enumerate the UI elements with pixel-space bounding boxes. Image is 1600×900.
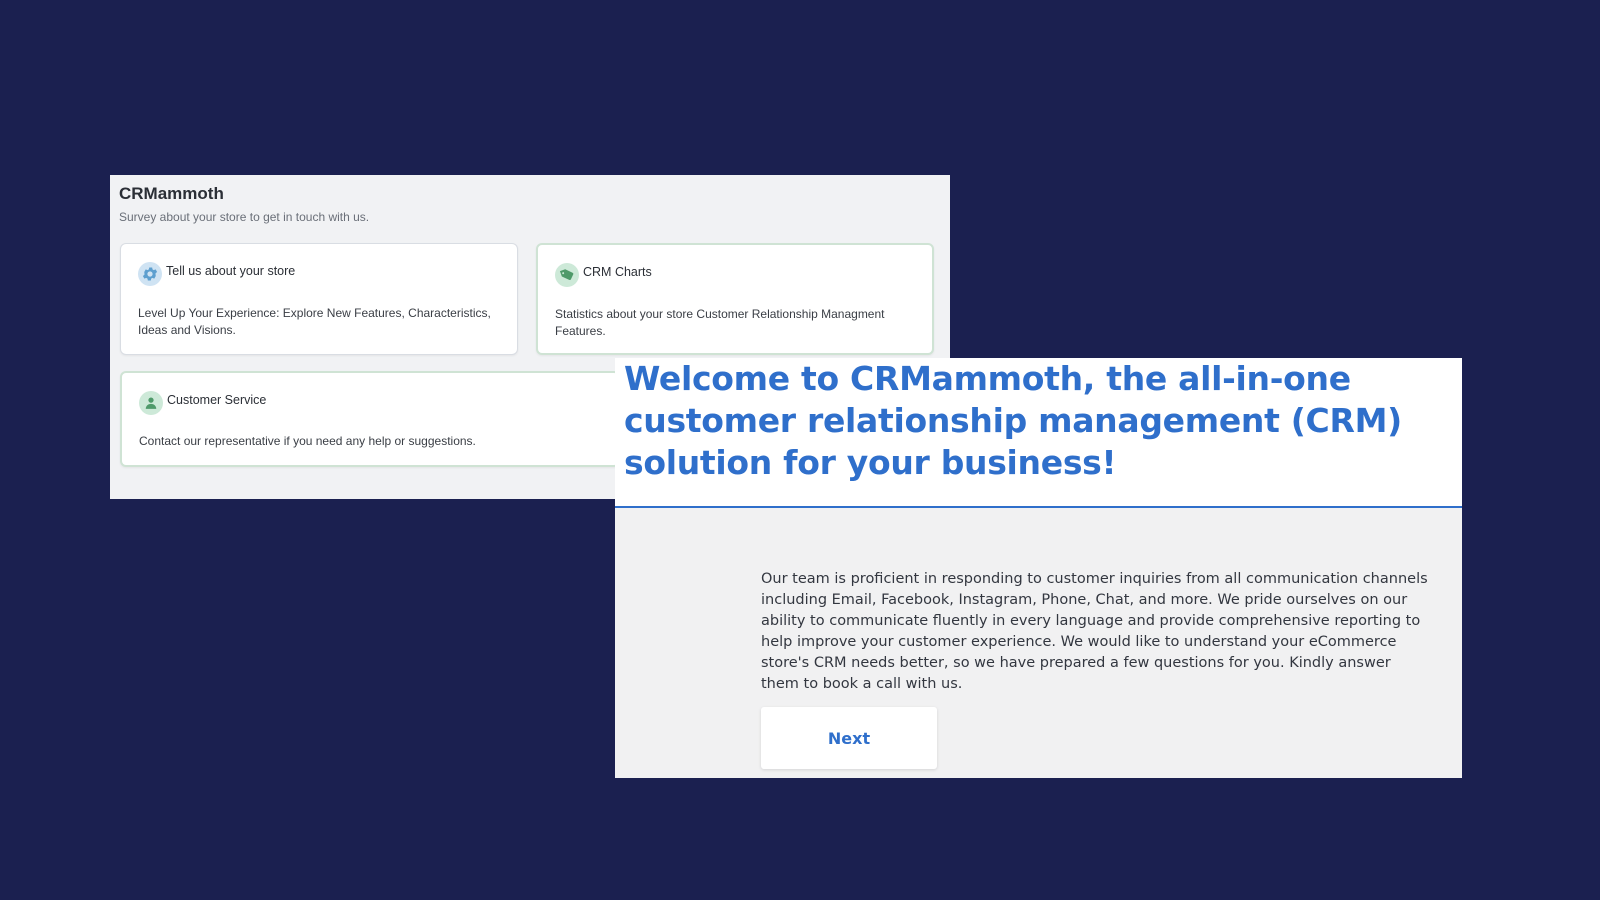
card-description: Level Up Your Experience: Explore New Fe…	[138, 306, 491, 337]
card-title: Tell us about your store	[166, 264, 296, 278]
welcome-panel: Welcome to CRMammoth, the all-in-one cus…	[615, 358, 1462, 778]
next-button[interactable]: Next	[761, 707, 937, 769]
welcome-header: Welcome to CRMammoth, the all-in-one cus…	[615, 358, 1462, 508]
app-title: CRMammoth	[119, 184, 224, 203]
card-tell-us-about-store[interactable]: Tell us about your store Level Up Your E…	[120, 243, 518, 355]
card-title: Customer Service	[167, 393, 267, 407]
card-description: Contact our representative if you need a…	[139, 434, 476, 448]
card-customer-service[interactable]: Customer Service Contact our representat…	[120, 371, 620, 467]
tag-icon	[555, 263, 579, 287]
person-icon	[139, 391, 163, 415]
app-subtitle: Survey about your store to get in touch …	[119, 210, 370, 224]
welcome-heading: Welcome to CRMammoth, the all-in-one cus…	[624, 359, 1402, 482]
gear-icon	[138, 262, 162, 286]
card-title: CRM Charts	[583, 265, 652, 279]
card-description: Statistics about your store Customer Rel…	[555, 307, 885, 338]
welcome-body-text: Our team is proficient in responding to …	[761, 571, 1428, 692]
card-crm-charts[interactable]: CRM Charts Statistics about your store C…	[536, 243, 934, 355]
